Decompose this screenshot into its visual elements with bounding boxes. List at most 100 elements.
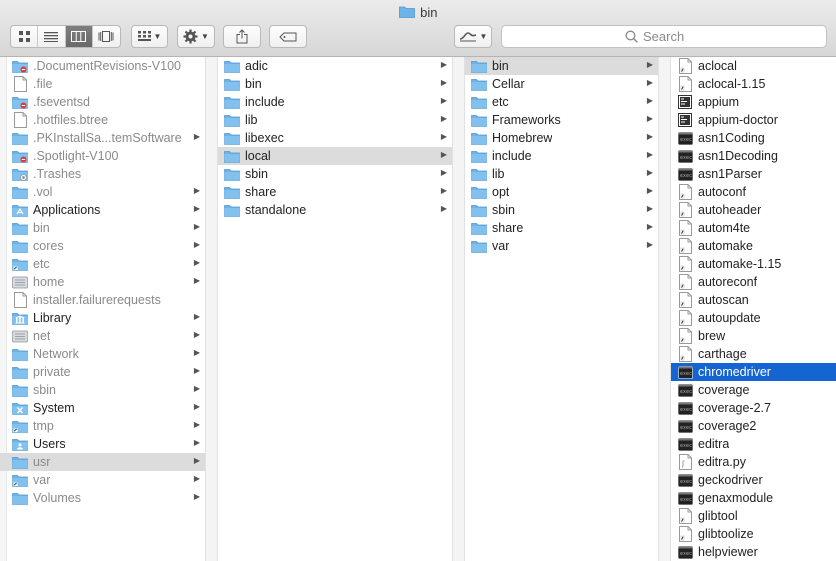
file-row[interactable]: autom4te (671, 219, 836, 237)
folder-row[interactable]: var ▶ (0, 471, 205, 489)
folder-row[interactable]: net ▶ (0, 327, 205, 345)
column-resizer[interactable] (659, 57, 671, 561)
file-row[interactable]: exec genaxmodule (671, 489, 836, 507)
item-label: .hotfiles.btree (33, 113, 109, 127)
folder-row[interactable]: bin ▶ (465, 57, 658, 75)
folder-row[interactable]: standalone ▶ (218, 201, 452, 219)
file-row[interactable]: .fseventsd (0, 93, 205, 111)
file-row[interactable]: .DocumentRevisions-V100 (0, 57, 205, 75)
file-row[interactable]: exec coverage-2.7 (671, 399, 836, 417)
folder-row[interactable]: bin ▶ (0, 219, 205, 237)
folder-row[interactable]: share ▶ (465, 219, 658, 237)
column-resizer[interactable] (206, 57, 218, 561)
file-row[interactable]: appium-doctor (671, 111, 836, 129)
folder-icon (12, 490, 28, 506)
folder-row[interactable]: Users ▶ (0, 435, 205, 453)
file-row[interactable]: exec coverage (671, 381, 836, 399)
file-row[interactable]: exec asn1Parser (671, 165, 836, 183)
file-row[interactable]: .Trashes (0, 165, 205, 183)
tags-button[interactable] (269, 25, 307, 48)
file-row[interactable]: exec chromedriver (671, 363, 836, 381)
file-row[interactable]: automake-1.15 (671, 255, 836, 273)
file-row[interactable]: automake (671, 237, 836, 255)
file-row[interactable]: aclocal-1.15 (671, 75, 836, 93)
view-mode-control[interactable] (10, 25, 121, 48)
action-button[interactable]: ▼ (177, 25, 215, 48)
folder-row[interactable]: .vol ▶ (0, 183, 205, 201)
file-row[interactable]: .file (0, 75, 205, 93)
file-row[interactable]: autoheader (671, 201, 836, 219)
folder-row[interactable]: etc ▶ (465, 93, 658, 111)
file-row[interactable]: glibtoolize (671, 525, 836, 543)
folder-row[interactable]: tmp ▶ (0, 417, 205, 435)
folder-row[interactable]: Network ▶ (0, 345, 205, 363)
file-row[interactable]: exec asn1Coding (671, 129, 836, 147)
icon-view-button[interactable] (11, 26, 39, 47)
arrange-button[interactable]: ▼ (131, 25, 168, 48)
file-row[interactable]: exec asn1Decoding (671, 147, 836, 165)
column-usr[interactable]: adic ▶ bin ▶ include ▶ lib ▶ libexec ▶ local ▶ sbin ▶… (218, 57, 453, 561)
folder-row[interactable]: Frameworks ▶ (465, 111, 658, 129)
chevron-right-icon: ▶ (193, 258, 200, 267)
file-row[interactable]: autoscan (671, 291, 836, 309)
folder-row[interactable]: Cellar ▶ (465, 75, 658, 93)
terminal-exec-icon: exec (677, 544, 693, 560)
file-row[interactable]: aclocal (671, 57, 836, 75)
column-resizer[interactable] (453, 57, 465, 561)
folder-row[interactable]: Applications ▶ (0, 201, 205, 219)
svg-text:exec: exec (680, 137, 692, 143)
folder-row[interactable]: Volumes ▶ (0, 489, 205, 507)
folder-row[interactable]: cores ▶ (0, 237, 205, 255)
folder-row[interactable]: home ▶ (0, 273, 205, 291)
chevron-down-icon: ▼ (153, 32, 162, 41)
search-field[interactable] (501, 25, 827, 48)
folder-row[interactable]: etc ▶ (0, 255, 205, 273)
file-row[interactable]: brew (671, 327, 836, 345)
folder-row[interactable]: share ▶ (218, 183, 452, 201)
list-view-button[interactable] (38, 26, 66, 47)
svg-text:exec: exec (680, 389, 692, 395)
folder-row[interactable]: include ▶ (218, 93, 452, 111)
file-row[interactable]: glibtool (671, 507, 836, 525)
folder-row[interactable]: lib ▶ (218, 111, 452, 129)
file-row[interactable]: exec editra (671, 435, 836, 453)
folder-row[interactable]: private ▶ (0, 363, 205, 381)
folder-row[interactable]: include ▶ (465, 147, 658, 165)
file-row[interactable]: installer.failurerequests (0, 291, 205, 309)
file-row[interactable]: ʃ editra.py (671, 453, 836, 471)
folder-row[interactable]: System ▶ (0, 399, 205, 417)
path-button[interactable]: ▼ (454, 25, 492, 48)
folder-row[interactable]: sbin ▶ (465, 201, 658, 219)
file-row[interactable]: .Spotlight-V100 (0, 147, 205, 165)
folder-row[interactable]: adic ▶ (218, 57, 452, 75)
folder-row[interactable]: libexec ▶ (218, 129, 452, 147)
file-row[interactable]: exec geckodriver (671, 471, 836, 489)
column-local[interactable]: bin ▶ Cellar ▶ etc ▶ Frameworks ▶ Homebrew ▶ inclu… (465, 57, 659, 561)
folder-row[interactable]: Library ▶ (0, 309, 205, 327)
file-row[interactable]: autoupdate (671, 309, 836, 327)
folder-row[interactable]: usr ▶ (0, 453, 205, 471)
file-row[interactable]: exec coverage2 (671, 417, 836, 435)
folder-row[interactable]: sbin ▶ (0, 381, 205, 399)
folder-row[interactable]: lib ▶ (465, 165, 658, 183)
folder-row[interactable]: bin ▶ (218, 75, 452, 93)
column-bin[interactable]: aclocal aclocal-1.15 appium appium-doctor ex… (671, 57, 836, 561)
file-row[interactable]: carthage (671, 345, 836, 363)
folder-row[interactable]: opt ▶ (465, 183, 658, 201)
file-row[interactable]: appium (671, 93, 836, 111)
file-row[interactable]: autoconf (671, 183, 836, 201)
folder-row[interactable]: .PKInstallSa...temSoftware ▶ (0, 129, 205, 147)
share-button[interactable] (223, 25, 261, 48)
folder-row[interactable]: local ▶ (218, 147, 452, 165)
folder-row[interactable]: Homebrew ▶ (465, 129, 658, 147)
column-view-button[interactable] (65, 26, 93, 47)
file-row[interactable]: autoreconf (671, 273, 836, 291)
file-row[interactable]: exec helpviewer (671, 543, 836, 561)
folder-row[interactable]: sbin ▶ (218, 165, 452, 183)
chevron-right-icon: ▶ (193, 330, 200, 339)
column-root[interactable]: .DocumentRevisions-V100 .file .fseventsd .h… (0, 57, 206, 561)
file-row[interactable]: .hotfiles.btree (0, 111, 205, 129)
folder-row[interactable]: var ▶ (465, 237, 658, 255)
cover-flow-button[interactable] (93, 26, 120, 47)
search-input[interactable] (643, 29, 703, 44)
